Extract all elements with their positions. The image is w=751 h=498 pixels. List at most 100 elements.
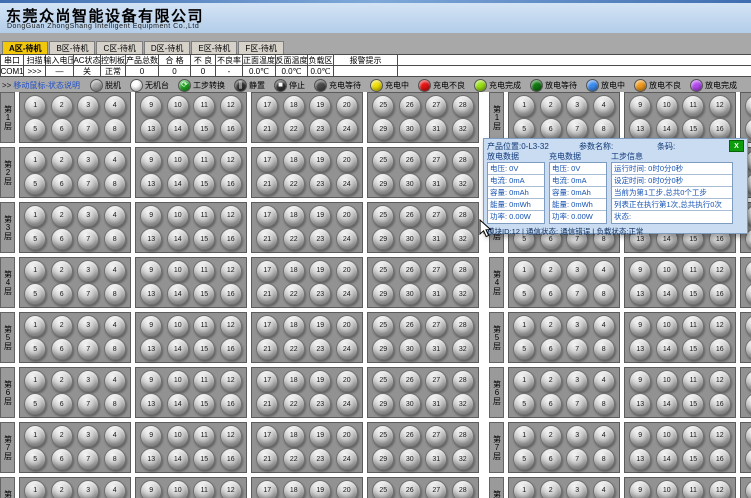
battery-cell[interactable]: 28 [452,370,474,392]
battery-cell[interactable]: 5 [24,118,46,140]
battery-cell[interactable]: 16 [220,173,242,195]
battery-cell[interactable]: 3 [566,315,588,337]
battery-cell[interactable]: 28 [452,480,474,498]
battery-cell[interactable]: 18 [283,315,305,337]
battery-cell[interactable]: 18 [283,205,305,227]
battery-cell[interactable]: 1 [24,205,46,227]
battery-cell[interactable]: 8 [593,448,615,470]
status-value-cell[interactable]: 0 [190,65,216,77]
battery-cell[interactable]: 1 [513,95,535,117]
battery-cell[interactable]: 2 [51,95,73,117]
battery-cell[interactable]: 8 [104,118,126,140]
battery-cell[interactable]: 23 [309,393,331,415]
battery-cell[interactable]: 24 [336,283,358,305]
battery-cell[interactable]: 17 [745,425,751,447]
battery-cell[interactable]: 6 [51,118,73,140]
battery-cell[interactable]: 31 [425,228,447,250]
battery-cell[interactable]: 4 [593,315,615,337]
battery-cell[interactable]: 9 [140,205,162,227]
battery-cell[interactable]: 7 [77,448,99,470]
battery-cell[interactable]: 14 [656,393,678,415]
battery-cell[interactable]: 6 [540,448,562,470]
battery-cell[interactable]: 10 [167,150,189,172]
status-value-cell[interactable]: 0.0℃ [275,65,308,77]
battery-cell[interactable]: 27 [425,205,447,227]
battery-cell[interactable]: 12 [220,480,242,498]
battery-cell[interactable]: 11 [193,205,215,227]
battery-cell[interactable]: 19 [309,425,331,447]
battery-cell[interactable]: 3 [77,425,99,447]
battery-cell[interactable]: 10 [656,260,678,282]
battery-cell[interactable]: 16 [709,393,731,415]
battery-cell[interactable]: 9 [140,260,162,282]
battery-cell[interactable]: 9 [140,95,162,117]
battery-cell[interactable]: 11 [193,480,215,498]
battery-cell[interactable]: 14 [656,118,678,140]
battery-cell[interactable]: 10 [656,370,678,392]
battery-cell[interactable]: 23 [309,228,331,250]
battery-cell[interactable]: 22 [283,118,305,140]
battery-cell[interactable]: 2 [540,480,562,498]
battery-cell[interactable]: 1 [24,315,46,337]
battery-cell[interactable]: 15 [682,393,704,415]
battery-cell[interactable]: 14 [167,448,189,470]
battery-cell[interactable]: 9 [140,315,162,337]
battery-cell[interactable]: 8 [593,118,615,140]
battery-cell[interactable]: 4 [104,260,126,282]
battery-cell[interactable]: 20 [336,480,358,498]
battery-cell[interactable]: 1 [24,425,46,447]
battery-cell[interactable]: 9 [629,370,651,392]
battery-cell[interactable]: 7 [77,283,99,305]
battery-cell[interactable]: 4 [104,315,126,337]
battery-cell[interactable]: 17 [745,95,751,117]
status-value-cell[interactable]: - [215,65,243,77]
battery-cell[interactable]: 12 [220,205,242,227]
battery-cell[interactable]: 5 [24,448,46,470]
battery-cell[interactable]: 24 [336,448,358,470]
battery-cell[interactable]: 22 [283,228,305,250]
battery-cell[interactable]: 16 [220,338,242,360]
battery-cell[interactable]: 25 [372,370,394,392]
battery-cell[interactable]: 17 [256,480,278,498]
battery-cell[interactable]: 4 [593,480,615,498]
battery-cell[interactable]: 21 [745,393,751,415]
battery-cell[interactable]: 22 [283,173,305,195]
battery-cell[interactable]: 1 [513,370,535,392]
battery-cell[interactable]: 16 [709,283,731,305]
battery-cell[interactable]: 9 [140,150,162,172]
battery-cell[interactable]: 10 [656,315,678,337]
battery-cell[interactable]: 13 [629,118,651,140]
battery-cell[interactable]: 28 [452,95,474,117]
battery-cell[interactable]: 11 [193,150,215,172]
battery-cell[interactable]: 23 [309,118,331,140]
battery-cell[interactable]: 30 [399,338,421,360]
battery-cell[interactable]: 1 [24,260,46,282]
battery-cell[interactable]: 22 [283,393,305,415]
battery-cell[interactable]: 10 [167,370,189,392]
battery-cell[interactable]: 12 [220,150,242,172]
battery-cell[interactable]: 19 [309,260,331,282]
status-value-cell[interactable] [333,65,398,77]
battery-cell[interactable]: 28 [452,205,474,227]
battery-cell[interactable]: 8 [104,283,126,305]
battery-cell[interactable]: 26 [399,95,421,117]
battery-cell[interactable]: 21 [745,448,751,470]
battery-cell[interactable]: 2 [51,260,73,282]
battery-cell[interactable]: 18 [283,95,305,117]
battery-cell[interactable]: 14 [167,283,189,305]
battery-cell[interactable]: 7 [77,338,99,360]
tab-zone-2[interactable]: B区-待机 [49,41,95,54]
battery-cell[interactable]: 21 [256,173,278,195]
battery-cell[interactable]: 1 [24,480,46,498]
battery-cell[interactable]: 13 [140,173,162,195]
battery-cell[interactable]: 14 [656,283,678,305]
popup-close-button[interactable]: X [729,140,744,152]
battery-cell[interactable]: 25 [372,480,394,498]
battery-cell[interactable]: 9 [140,480,162,498]
battery-cell[interactable]: 28 [452,425,474,447]
battery-cell[interactable]: 19 [309,150,331,172]
battery-cell[interactable]: 13 [629,338,651,360]
battery-cell[interactable]: 2 [540,95,562,117]
battery-cell[interactable]: 8 [104,173,126,195]
battery-cell[interactable]: 5 [513,448,535,470]
